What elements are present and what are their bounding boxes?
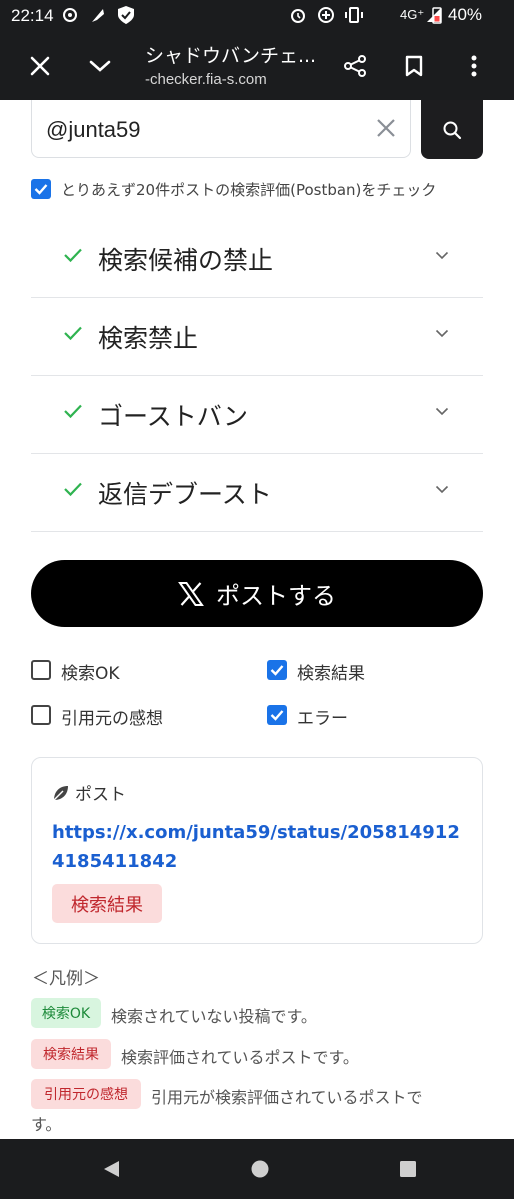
home-icon[interactable] bbox=[250, 1159, 270, 1183]
alarm-icon bbox=[288, 5, 308, 25]
check-icon bbox=[64, 482, 82, 497]
filter-label: エラー bbox=[297, 709, 348, 729]
search-icon bbox=[443, 121, 462, 139]
result-badge: 検索結果 bbox=[52, 884, 162, 923]
check-item-suggestion-ban[interactable]: 検索候補の禁止 bbox=[31, 219, 483, 298]
result-card-header: ポスト bbox=[52, 780, 126, 805]
filter-search-result-checkbox[interactable] bbox=[267, 660, 287, 680]
recents-icon[interactable] bbox=[398, 1159, 418, 1183]
legend-badge-quote: 引用元の感想 bbox=[31, 1079, 141, 1109]
bookmark-icon[interactable] bbox=[396, 48, 432, 84]
feather-icon bbox=[88, 5, 108, 25]
system-nav-bar bbox=[0, 1139, 514, 1199]
share-icon[interactable] bbox=[337, 48, 373, 84]
page-title: シャドウバンチェ... bbox=[145, 45, 317, 67]
x-logo-icon bbox=[178, 581, 204, 606]
legend-title: ＜凡例＞ bbox=[32, 969, 100, 989]
data-saver-icon bbox=[316, 5, 336, 25]
shield-icon bbox=[116, 5, 136, 25]
check-icon bbox=[64, 404, 82, 419]
battery-icon bbox=[430, 5, 444, 25]
chevron-down-icon[interactable] bbox=[82, 48, 118, 84]
browser-toolbar: シャドウバンチェ... -checker.fia-s.com bbox=[0, 32, 514, 100]
result-card-title: ポスト bbox=[75, 785, 126, 805]
check-item-ghost-ban[interactable]: ゴーストバン bbox=[31, 375, 483, 454]
search-button[interactable] bbox=[421, 100, 483, 159]
legend-badge-ok: 検索OK bbox=[31, 998, 101, 1028]
chevron-down-icon bbox=[435, 485, 449, 494]
filter-quote-checkbox[interactable] bbox=[31, 705, 51, 725]
vibrate-icon bbox=[344, 5, 364, 25]
post-button-label: ポストする bbox=[216, 582, 336, 610]
legend-badge-result: 検索結果 bbox=[31, 1039, 111, 1069]
postban-label: とりあえず20件ポストの検索評価(Postban)をチェック bbox=[61, 181, 437, 199]
postban-checkbox[interactable] bbox=[31, 179, 51, 199]
username-value: @junta59 bbox=[46, 117, 141, 142]
filter-label: 引用元の感想 bbox=[61, 709, 163, 729]
leaf-icon bbox=[53, 785, 68, 800]
filter-error-checkbox[interactable] bbox=[267, 705, 287, 725]
post-link[interactable]: https://x.com/junta59/status/20581491241… bbox=[52, 818, 472, 876]
filter-label: 検索OK bbox=[61, 664, 120, 684]
check-label: 検索候補の禁止 bbox=[98, 246, 274, 275]
check-icon bbox=[64, 326, 82, 341]
check-label: 返信デブースト bbox=[98, 480, 272, 509]
page-url: -checker.fia-s.com bbox=[145, 71, 267, 88]
filter-search-ok-checkbox[interactable] bbox=[31, 660, 51, 680]
status-bar: 22:14 4G⁺ 40% bbox=[0, 0, 514, 32]
chevron-down-icon bbox=[435, 407, 449, 416]
more-vert-icon[interactable] bbox=[456, 48, 492, 84]
legend-text: 検索されていない投稿です。 bbox=[111, 1007, 317, 1026]
close-icon[interactable] bbox=[22, 48, 58, 84]
check-label: 検索禁止 bbox=[98, 324, 199, 353]
status-time: 22:14 bbox=[11, 6, 54, 25]
check-icon bbox=[64, 248, 82, 263]
post-button[interactable]: ポストする bbox=[31, 560, 483, 627]
battery-percent: 40% bbox=[448, 5, 483, 24]
result-card: ポスト https://x.com/junta59/status/2058149… bbox=[31, 757, 483, 944]
legend-text: 引用元が検索評価されているポストで bbox=[151, 1088, 423, 1107]
check-label: ゴーストバン bbox=[98, 402, 249, 431]
network-type: 4G⁺ bbox=[400, 7, 425, 22]
back-icon[interactable] bbox=[101, 1159, 121, 1183]
filter-label: 検索結果 bbox=[297, 664, 365, 684]
threads-icon bbox=[60, 5, 80, 25]
chevron-down-icon bbox=[435, 329, 449, 338]
check-item-reply-deboost[interactable]: 返信デブースト bbox=[31, 453, 483, 532]
legend-text: 検索評価されているポストです。 bbox=[121, 1048, 359, 1067]
username-input[interactable]: @junta59 bbox=[31, 100, 411, 158]
check-item-search-ban[interactable]: 検索禁止 bbox=[31, 297, 483, 376]
clear-icon[interactable] bbox=[376, 118, 396, 142]
chevron-down-icon bbox=[435, 251, 449, 260]
legend-text-cont: す。 bbox=[31, 1115, 62, 1134]
